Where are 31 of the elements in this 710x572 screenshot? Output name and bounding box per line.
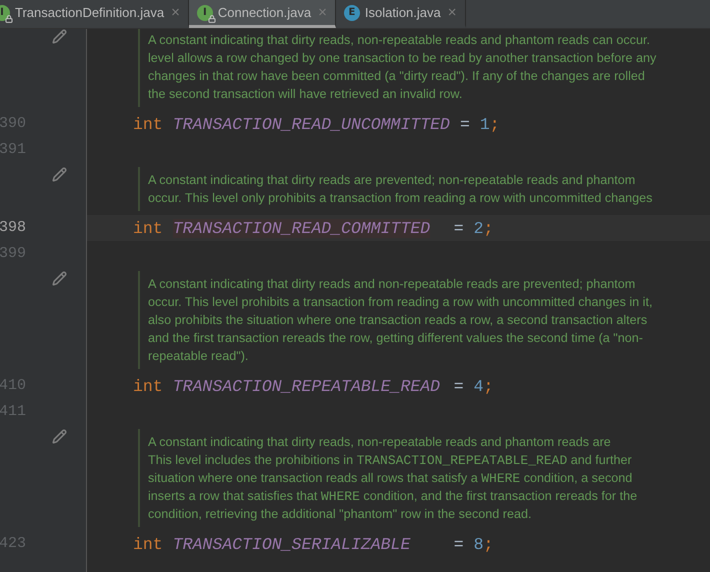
- doc-text: and the first transaction rereads the row, getting different values the second time (a "non-: [148, 330, 644, 347]
- pencil-icon[interactable]: [52, 271, 67, 286]
- close-icon[interactable]: ×: [448, 4, 457, 21]
- doc-text: occur. This level only prohibits a transaction from reading a row with uncommitted changes: [148, 190, 654, 207]
- doc-text: repeatable read").: [148, 348, 250, 365]
- line-number: 398: [0, 218, 27, 238]
- editor-tab[interactable]: I Connection.java ×: [188, 0, 336, 28]
- doc-text: also prohibits the situation where one transaction reads a row, a second transaction alters: [148, 312, 648, 329]
- pencil-icon[interactable]: [52, 429, 67, 444]
- pencil-icon[interactable]: [52, 29, 67, 44]
- code-line: int TRANSACTION_REPEATABLE_READ = 4;: [132, 376, 494, 398]
- doc-text: This level includes the prohibitions in TRANSACTION_REPEATABLE_READ and further: [148, 452, 633, 469]
- doc-text: condition, retrieving the additional "phantom" row in the second read.: [148, 506, 532, 523]
- doc-text: A constant indicating that dirty reads are prevented; non-repeatable reads and phantom: [148, 172, 636, 189]
- pencil-icon[interactable]: [52, 167, 67, 182]
- doc-text: A constant indicating that dirty reads, non-repeatable reads and phantom reads can occur.: [148, 32, 651, 49]
- doc-text: situation where one transaction reads all rows that satisfy a WHERE condition, a second: [148, 470, 634, 487]
- doc-text: occur. This level prohibits a transaction from reading a row with uncommitted changes in it,: [148, 294, 654, 311]
- interface-file-icon: I: [196, 4, 213, 20]
- doc-text: inserts a row that satisfies that WHERE condition, and the first transaction rereads for the: [148, 488, 638, 505]
- editor-tab[interactable]: I TransactionDefinition.java ×: [0, 0, 189, 28]
- doc-text: level allows a row changed by one transaction to be read by another transaction before any: [148, 50, 658, 67]
- doc-text: A constant indicating that dirty reads and non-repeatable reads are prevented; phantom: [148, 276, 636, 293]
- close-icon[interactable]: ×: [171, 4, 180, 21]
- interface-file-icon: I: [0, 4, 10, 20]
- doc-text: changes in that row have been committed (a "dirty read"). If any of the changes are rolled: [148, 68, 646, 85]
- interface-file-icon: E: [344, 4, 360, 20]
- code-line: int TRANSACTION_READ_UNCOMMITTED = 1;: [132, 114, 501, 136]
- doc-text: A constant indicating that dirty reads, non-repeatable reads and phantom reads are: [148, 434, 612, 451]
- doc-text: the second transaction will have retrieved an invalid row.: [148, 86, 464, 103]
- code-line: int TRANSACTION_SERIALIZABLE = 8;: [132, 534, 494, 556]
